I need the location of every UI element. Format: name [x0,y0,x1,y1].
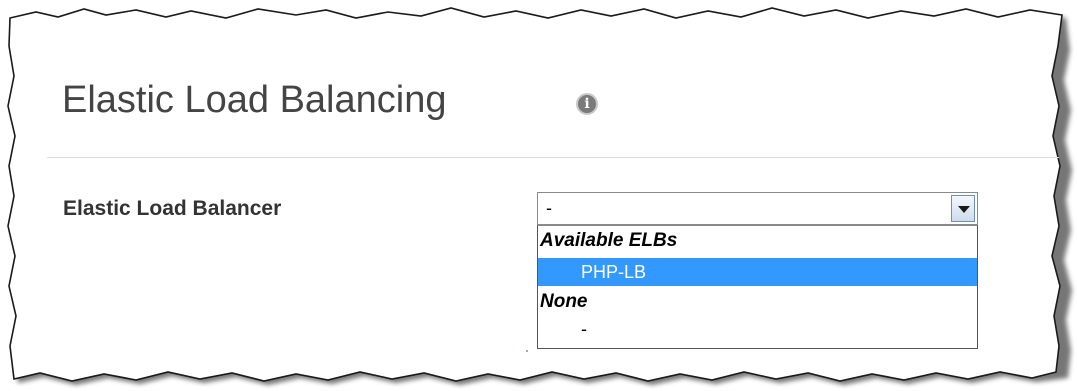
stray-pixel [526,350,528,352]
elb-settings-panel: Elastic Load Balancing i Elastic Load Ba… [0,0,1077,391]
chevron-down-icon[interactable] [951,195,975,222]
elb-dropdown-list[interactable]: Available ELBs PHP-LB None - [537,225,978,349]
section-divider [47,157,1059,158]
option-php-lb[interactable]: PHP-LB [538,258,977,286]
section-title: Elastic Load Balancing [62,79,447,121]
elastic-load-balancer-label: Elastic Load Balancer [63,197,282,220]
optgroup-none: None [540,291,588,312]
optgroup-available-elbs: Available ELBs [540,230,678,251]
elastic-load-balancer-select[interactable]: - [537,192,978,225]
select-current-value: - [546,198,552,218]
screenshot-canvas: Elastic Load Balancing i Elastic Load Ba… [0,0,1077,391]
info-icon[interactable]: i [576,93,598,115]
option-none-dash[interactable]: - [538,315,977,343]
